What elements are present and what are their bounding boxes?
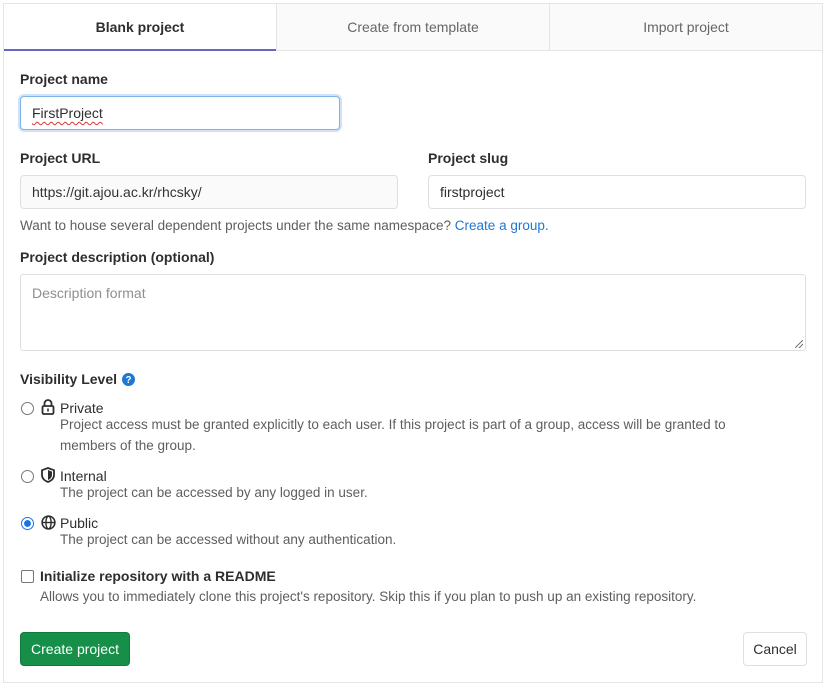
visibility-level-text: Visibility Level (20, 371, 118, 387)
visibility-private-radio[interactable] (21, 402, 34, 415)
visibility-public-radio[interactable] (21, 517, 34, 530)
tab-import-project[interactable]: Import project (549, 4, 822, 51)
shield-icon (41, 467, 55, 483)
svg-text:?: ? (126, 375, 132, 386)
cancel-button[interactable]: Cancel (743, 632, 807, 666)
visibility-internal-description: The project can be accessed by any logge… (60, 485, 368, 500)
namespace-help-text: Want to house several dependent projects… (20, 218, 549, 233)
project-url-label: Project URL (20, 150, 101, 166)
description-textarea[interactable]: Description format (20, 274, 806, 351)
visibility-internal-radio[interactable] (21, 470, 34, 483)
readme-checkbox[interactable] (21, 570, 34, 583)
project-slug-label: Project slug (428, 150, 509, 166)
readme-description: Allows you to immediately clone this pro… (40, 589, 697, 604)
description-placeholder: Description format (32, 285, 146, 301)
readme-label[interactable]: Initialize repository with a README (40, 568, 276, 584)
lock-icon (41, 399, 55, 415)
visibility-private-description: Project access must be granted explicitl… (60, 414, 726, 456)
create-project-button[interactable]: Create project (20, 632, 130, 666)
namespace-help-sentence: Want to house several dependent projects… (20, 218, 452, 233)
project-url-field[interactable]: https://git.ajou.ac.kr/rhcsky/ (20, 175, 398, 209)
globe-icon (41, 515, 56, 530)
question-circle-icon[interactable]: ? (122, 372, 136, 386)
project-slug-input[interactable]: firstproject (428, 175, 806, 209)
tab-blank-project[interactable]: Blank project (4, 4, 276, 51)
project-slug-value: firstproject (440, 184, 505, 200)
visibility-public-description: The project can be accessed without any … (60, 532, 397, 547)
visibility-private-desc-line1: Project access must be granted explicitl… (60, 417, 726, 432)
create-group-link[interactable]: Create a group. (455, 218, 549, 233)
tab-create-from-template[interactable]: Create from template (276, 4, 549, 51)
project-name-value: FirstProject (32, 105, 103, 121)
resize-handle-icon[interactable] (795, 340, 803, 348)
visibility-private-desc-line2: members of the group. (60, 438, 196, 453)
description-label: Project description (optional) (20, 249, 215, 265)
new-project-panel: Blank project Create from template Impor… (3, 3, 823, 683)
project-name-input[interactable]: FirstProject (20, 96, 340, 130)
project-url-value: https://git.ajou.ac.kr/rhcsky/ (32, 184, 202, 200)
project-name-label: Project name (20, 71, 108, 87)
visibility-level-label: Visibility Level ? (20, 371, 136, 387)
project-tabs: Blank project Create from template Impor… (4, 4, 822, 51)
